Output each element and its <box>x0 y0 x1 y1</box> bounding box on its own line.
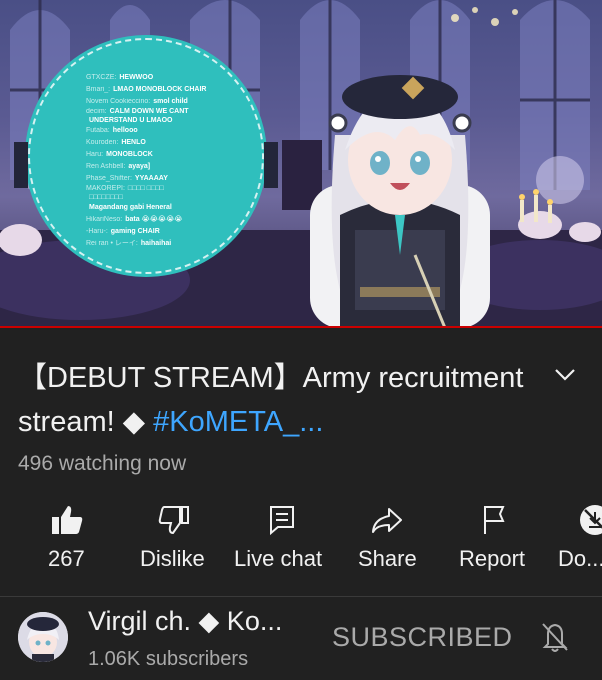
live-chat-icon <box>270 506 294 536</box>
chat-overlay-line: Kouroden: HENLO <box>86 139 146 147</box>
chevron-down-icon[interactable] <box>552 364 578 384</box>
chat-overlay-line: Bmari_: LMAO MONOBLOCK CHAIR <box>86 85 207 93</box>
dislike-label: Dislike <box>140 546 205 571</box>
live-progress-bar[interactable] <box>0 326 602 328</box>
download-label: Do... <box>558 546 602 571</box>
subscriber-count: 1.06K subscribers <box>88 648 249 670</box>
chat-overlay-left-tab <box>14 142 28 188</box>
like-button[interactable]: 267 <box>36 500 106 586</box>
chat-overlay-line: Phase_Shifter: YYAAAAY <box>86 174 168 182</box>
chat-overlay-line: decim: CALM DOWN WE CANT <box>86 108 189 116</box>
live-chat-label: Live chat <box>234 546 323 571</box>
chat-overlay-line: Magandang gabi Heneral <box>89 204 172 212</box>
chat-overlay-line: Rei ran • レーイ: haihaihai <box>86 239 172 247</box>
chat-overlay-line: HikariNeso: bata 😭😭😭😭😭 <box>86 216 183 224</box>
chat-overlay-line: Futaba: hellooo <box>86 127 138 135</box>
thumbs-down-icon <box>158 506 189 535</box>
like-count: 267 <box>48 546 85 571</box>
channel-name[interactable]: Virgil ch. ◆ Ko... <box>88 606 282 637</box>
share-label: Share <box>358 546 417 571</box>
chat-overlay-line: □□□□□□□□ <box>89 194 123 202</box>
share-button[interactable]: Share <box>356 500 422 586</box>
chat-overlay-line: Ren Ashbell: ayaya] <box>86 162 151 170</box>
chat-overlay-line: Haru: MONOBLOCK <box>86 150 153 158</box>
chat-overlay-line: -Haru-: gaming CHAIR <box>86 227 160 235</box>
chat-overlay-line: GTXCZE: HEWWOO <box>86 74 154 81</box>
thumbs-up-icon <box>52 506 83 534</box>
share-icon <box>372 508 402 533</box>
video-title-hashtag[interactable]: #KoMETA_... <box>153 406 323 438</box>
live-chat-button[interactable]: Live chat <box>234 500 332 586</box>
download-button[interactable]: Do... <box>556 500 602 586</box>
chat-overlay-line: UNDERSTAND U LMAOO <box>89 117 173 125</box>
action-row: 267 Dislike Live chat Share Report Do... <box>0 500 602 586</box>
report-label: Report <box>459 546 526 571</box>
chat-overlay-line: Novem Cookieccino: smol child <box>86 97 188 105</box>
notification-bell-off-icon[interactable] <box>540 620 570 654</box>
video-player[interactable]: GTXCZE: HEWWOO Bmari_: LMAO MONOBLOCK CHAI… <box>0 0 602 328</box>
channel-avatar[interactable] <box>18 612 68 662</box>
chat-overlay-messages: GTXCZE: HEWWOO Bmari_: LMAO MONOBLOCK CHAI… <box>86 72 256 250</box>
dislike-button[interactable]: Dislike <box>140 500 212 586</box>
download-off-icon <box>580 505 602 535</box>
channel-avatar-image <box>18 612 68 662</box>
chat-overlay-right-tab <box>264 142 278 188</box>
section-divider <box>0 596 602 597</box>
flag-icon <box>484 506 505 534</box>
vtuber-character <box>310 75 490 328</box>
watching-count: 496 watching now <box>18 452 187 475</box>
report-button[interactable]: Report <box>458 500 532 586</box>
chat-overlay-line: MAKOREPI: □□□□ □□□□ <box>86 185 164 193</box>
video-title[interactable]: 【DEBUT STREAM】Army recruitment stream! ◆… <box>18 356 538 444</box>
subscribed-button[interactable]: SUBSCRIBED <box>332 622 513 653</box>
